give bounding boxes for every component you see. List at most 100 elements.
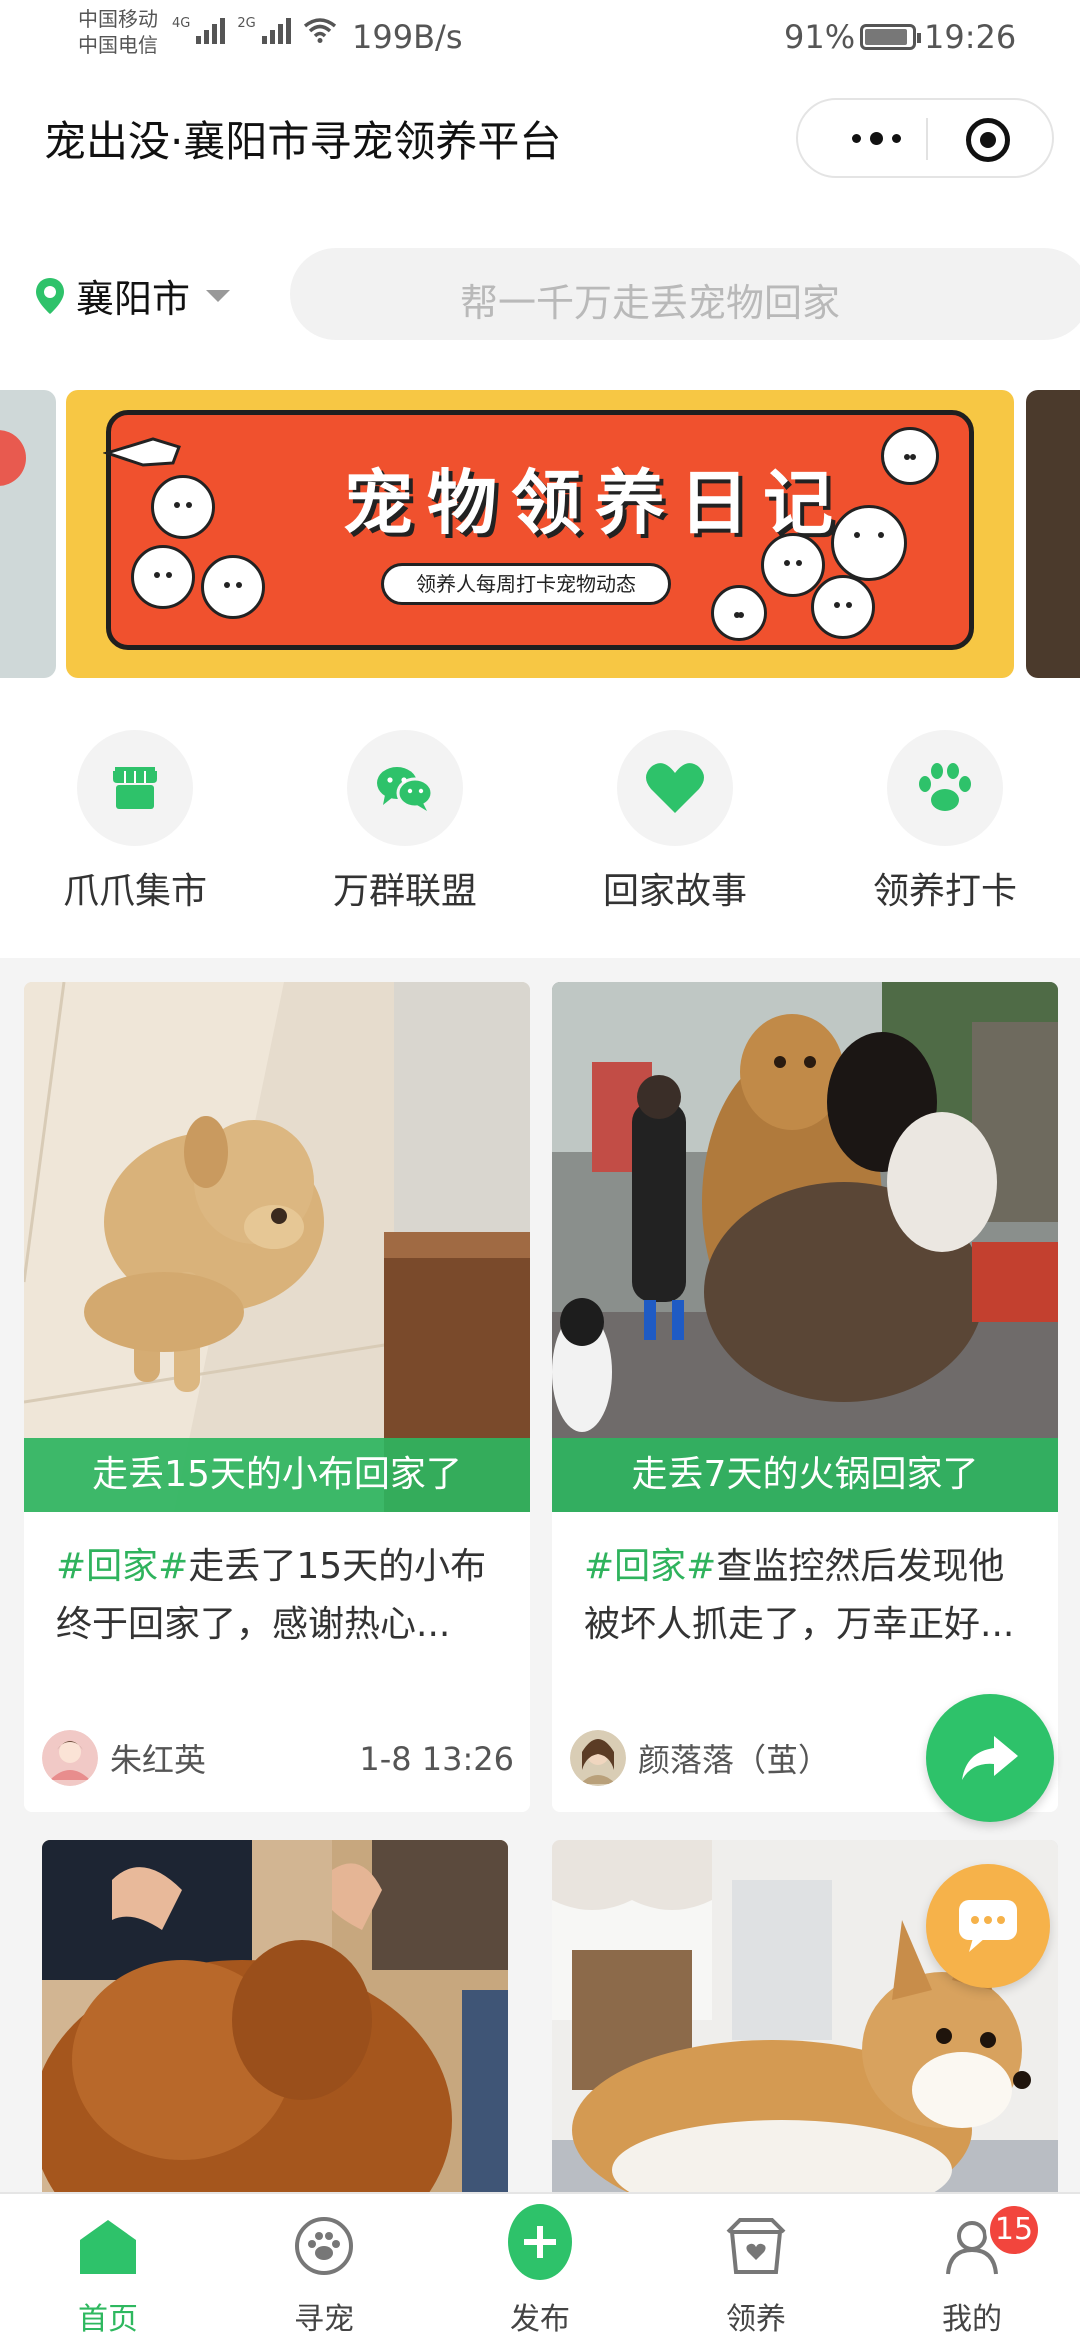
tab-adopt[interactable]: 领养 [648,2194,864,2340]
doodle-character [761,533,825,597]
chat-button[interactable] [926,1864,1050,1988]
post-text: #回家#查监控然后发现他被坏人抓走了，万幸正好... [584,1538,1024,1712]
share-button[interactable] [926,1694,1054,1822]
tab-label: 寻宠 [294,2302,354,2337]
signal-icon [261,16,291,44]
post-hashtag[interactable]: #回家# [584,1546,716,1587]
dog-photo [24,982,530,1512]
banner-title: 宠物领养日记 [343,461,847,544]
tab-label: 发布 [510,2302,570,2337]
carrier-1: 中国移动 [78,7,158,31]
tag-icon [0,430,26,486]
wechat-icon [377,767,434,811]
heart-icon [646,763,704,813]
category-market[interactable]: 爪爪集市 [0,688,270,958]
paw-search-icon [292,2214,356,2278]
tab-publish[interactable]: 发布 [432,2194,648,2340]
network-indicators: 4G 2G [172,16,337,44]
network-type-1: 4G [172,16,191,31]
doodle-character [131,545,195,609]
capsule-divider [926,118,928,160]
category-stories[interactable]: 回家故事 [540,688,810,958]
category-icon-bg [617,730,733,846]
more-menu-icon[interactable] [826,100,926,176]
category-label: 领养打卡 [872,871,1017,912]
post-photo[interactable]: 走丢7天的火锅回家了 [552,982,1058,1512]
search-placeholder: 帮一千万走丢宠物回家 [460,281,841,325]
signal-icon [196,16,226,44]
category-grid: 爪爪集市 万群联盟 回家故事 领养打卡 [0,688,1080,958]
shop-icon [113,767,157,809]
search-input[interactable]: 帮一千万走丢宠物回家 [290,248,1080,340]
location-pin-icon [36,277,64,314]
author-name: 朱红英 [110,1741,207,1779]
carrier-2: 中国电信 [78,33,158,57]
category-label: 万群联盟 [332,871,477,912]
category-label: 回家故事 [602,871,747,912]
category-label: 爪爪集市 [62,871,207,912]
status-bar: 中国移动 中国电信 4G 2G 199B/s 91% 19:26 [0,0,1080,72]
tab-label: 首页 [78,2302,138,2337]
doodle-character [711,585,767,641]
miniprogram-capsule [796,98,1054,178]
home-icon [76,2214,140,2278]
share-arrow-icon [962,1736,1018,1780]
search-row: 襄阳市 帮一千万走丢宠物回家 [0,208,1080,378]
city-name: 襄阳市 [76,277,191,321]
doodle-character [201,555,265,619]
status-time: 19:26 [924,18,1017,56]
network-type-2: 2G [237,16,256,31]
battery-icon [860,24,921,50]
post-hashtag[interactable]: #回家# [56,1546,188,1587]
wifi-icon [303,18,336,43]
tab-find-pet[interactable]: 寻宠 [216,2194,432,2340]
chat-bubble-icon [959,1900,1017,1952]
close-miniprogram-icon[interactable] [966,118,1010,162]
doodle-character [831,505,907,581]
tab-home[interactable]: 首页 [0,2194,216,2340]
adopt-box-icon [724,2214,788,2278]
notification-badge: 15 [986,2202,1042,2258]
author-name: 颜落落（茧） [638,1741,831,1779]
tab-profile[interactable]: 15 我的 [864,2194,1080,2340]
doodle-character [811,575,875,639]
post-caption: 走丢7天的火锅回家了 [552,1438,1058,1512]
doodle-character [881,427,939,485]
paw-icon [919,763,971,811]
chevron-down-icon [206,289,231,302]
doodle-character [151,475,215,539]
bottom-tab-bar: 首页 寻宠 发布 领养 15 我的 [0,2192,1080,2340]
category-icon-bg [887,730,1003,846]
city-selector[interactable]: 襄阳市 [34,268,231,323]
carrier-info: 中国移动 中国电信 [78,6,158,58]
banner-slide[interactable]: 宠物领养日记 领养人每周打卡宠物动态 [66,390,1014,678]
plus-icon [508,2204,572,2280]
post-author[interactable]: 颜落落（茧） [570,1730,830,1786]
page-title: 宠出没·襄阳市寻宠领养平台 [44,117,562,166]
dog-photo [552,982,1058,1512]
category-icon-bg [77,730,193,846]
dog-photo [42,1840,508,2192]
title-bar: 宠出没·襄阳市寻宠领养平台 [0,72,1080,208]
post-card[interactable]: 走丢7天的火锅回家了 #回家#查监控然后发现他被坏人抓走了，万幸正好... 颜落… [552,982,1058,1812]
post-card[interactable]: 走丢15天的小布回家了 #回家#走丢了15天的小布终于回家了，感谢热心... 朱… [24,982,530,1812]
banner-carousel[interactable]: 宠物领养日记 领养人每周打卡宠物动态 [0,378,1080,688]
post-time: 1-8 13:26 [359,1740,514,1778]
network-speed: 199B/s [352,18,463,56]
avatar [42,1730,98,1786]
avatar [570,1730,626,1786]
battery-level [865,29,907,45]
category-alliance[interactable]: 万群联盟 [270,688,540,958]
banner-subtitle: 领养人每周打卡宠物动态 [381,563,671,605]
tab-label: 我的 [942,2302,1002,2337]
category-checkin[interactable]: 领养打卡 [810,688,1080,958]
post-caption: 走丢15天的小布回家了 [24,1438,530,1512]
banner-next-slide[interactable] [1026,390,1080,678]
tab-label: 领养 [726,2302,786,2337]
pointing-hand-icon [103,437,181,467]
banner-card: 宠物领养日记 领养人每周打卡宠物动态 [103,410,974,650]
banner-prev-slide[interactable] [0,390,56,678]
post-card[interactable] [42,1840,508,2192]
post-author[interactable]: 朱红英 [42,1730,206,1786]
post-photo[interactable]: 走丢15天的小布回家了 [24,982,530,1512]
